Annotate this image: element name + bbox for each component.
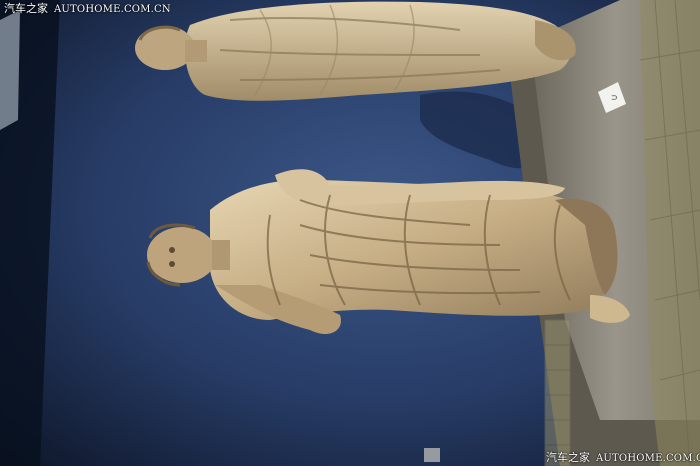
side-window — [0, 10, 20, 130]
watermark-bottom-cn: 汽车之家 — [546, 451, 590, 464]
main-statue-neck — [212, 240, 230, 270]
photo: ⊃ 汽车之家 AUTOHOME.COM.CN 汽车之家 AUTOHOME.COM… — [0, 0, 700, 466]
brick-base — [544, 319, 571, 466]
floor-marker — [424, 448, 440, 462]
scene: ⊃ — [0, 0, 700, 466]
watermark-bottom-en: AUTOHOME.COM.CN — [596, 453, 700, 464]
watermark-top-cn: 汽车之家 — [4, 2, 48, 15]
watermark-top: 汽车之家 AUTOHOME.COM.CN — [4, 3, 171, 16]
main-statue-head — [147, 227, 217, 283]
watermark-top-en: AUTOHOME.COM.CN — [54, 4, 171, 15]
svg-text:⊃: ⊃ — [611, 93, 618, 102]
watermark-bottom: 汽车之家 AUTOHOME.COM.CN — [546, 452, 700, 465]
